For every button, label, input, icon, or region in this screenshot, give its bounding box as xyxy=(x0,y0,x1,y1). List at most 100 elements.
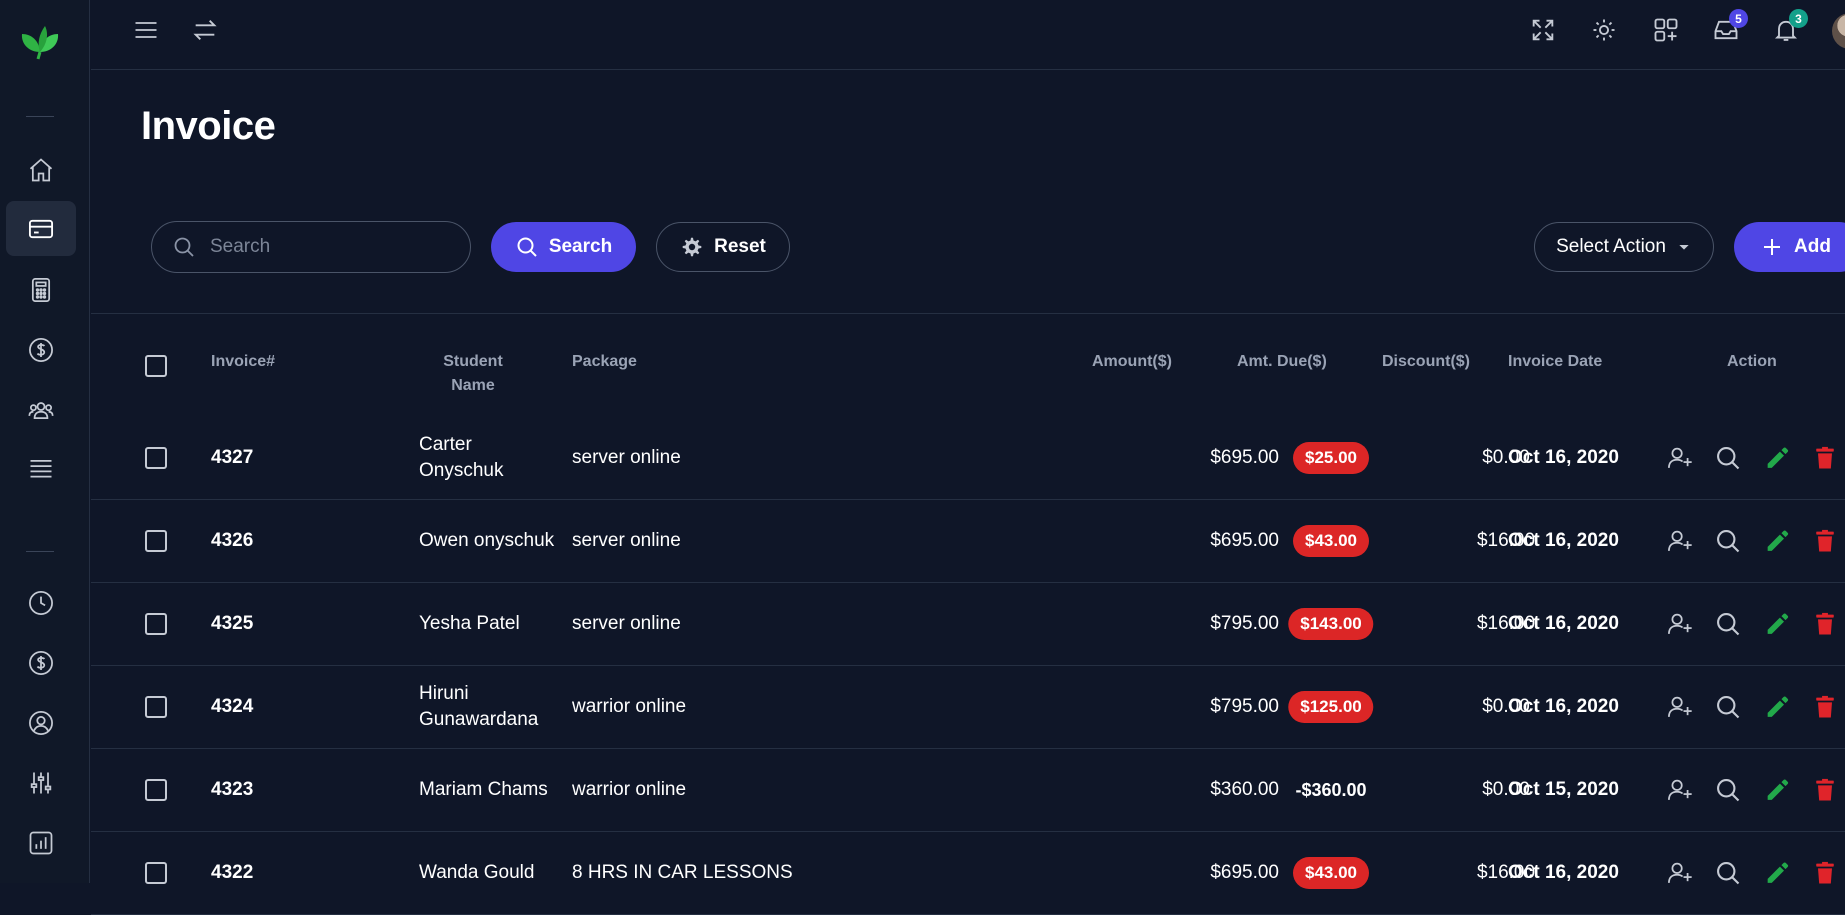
column-header-package[interactable]: Package xyxy=(572,350,637,374)
assign-student-button[interactable] xyxy=(1665,775,1695,805)
apps-button[interactable] xyxy=(1650,14,1682,46)
column-header-invoice-date[interactable]: Invoice Date xyxy=(1508,350,1602,374)
delete-invoice-button[interactable] xyxy=(1810,692,1840,722)
reset-button[interactable]: Reset xyxy=(656,222,790,272)
sidebar-item-invoice[interactable] xyxy=(6,201,76,256)
search-input[interactable] xyxy=(210,236,440,258)
delete-invoice-button[interactable] xyxy=(1810,609,1840,639)
column-header-amount-due[interactable]: Amt. Due($) xyxy=(1237,350,1327,374)
apps-icon xyxy=(1654,18,1678,42)
search-button-label: Search xyxy=(548,236,613,257)
search-field[interactable] xyxy=(151,221,471,273)
sidebar-item-calculator[interactable] xyxy=(6,262,76,317)
list-icon xyxy=(30,459,52,477)
package-name: warrior online xyxy=(572,779,687,800)
amount-due-badge: $43.00 xyxy=(1293,857,1369,889)
edit-invoice-button[interactable] xyxy=(1762,692,1792,722)
table-row[interactable]: 4322 Wanda Gould 8 HRS IN CAR LESSONS $695.… xyxy=(91,832,1845,915)
inbox-button[interactable]: 5 xyxy=(1710,9,1748,46)
view-invoice-button[interactable] xyxy=(1713,858,1743,888)
calculator-icon xyxy=(31,277,51,302)
column-header-invoice[interactable]: Invoice# xyxy=(211,350,275,374)
view-invoice-button[interactable] xyxy=(1713,692,1743,722)
sidebar-item-reports[interactable] xyxy=(6,815,76,870)
invoice-number[interactable]: 4327 xyxy=(211,445,253,471)
assign-student-button[interactable] xyxy=(1665,858,1695,888)
invoice-number[interactable]: 4324 xyxy=(211,694,253,720)
menu-icon xyxy=(135,22,157,38)
sidebar-item-history[interactable] xyxy=(6,575,76,630)
invoice-date: Oct 16, 2020 xyxy=(1508,862,1619,883)
view-invoice-button[interactable] xyxy=(1713,526,1743,556)
edit-invoice-button[interactable] xyxy=(1762,609,1792,639)
theme-toggle-button[interactable] xyxy=(1588,14,1620,46)
sidebar-item-payments[interactable] xyxy=(6,322,76,377)
view-invoice-button[interactable] xyxy=(1713,609,1743,639)
add-button[interactable]: Add xyxy=(1734,222,1845,272)
fullscreen-button[interactable] xyxy=(1527,14,1559,46)
view-invoice-button[interactable] xyxy=(1713,443,1743,473)
view-invoice-button[interactable] xyxy=(1713,775,1743,805)
column-header-amount[interactable]: Amount($) xyxy=(1092,350,1172,374)
amount-due-badge: $25.00 xyxy=(1293,442,1369,474)
row-checkbox[interactable] xyxy=(145,779,167,801)
sidebar-item-profile[interactable] xyxy=(6,695,76,750)
amount-value: $695.00 xyxy=(1210,862,1279,883)
edit-invoice-button[interactable] xyxy=(1762,443,1792,473)
invoice-number[interactable]: 4322 xyxy=(211,860,253,886)
row-checkbox[interactable] xyxy=(145,696,167,718)
column-header-discount[interactable]: Discount($) xyxy=(1382,350,1470,374)
search-button[interactable]: Search xyxy=(491,222,636,272)
assign-student-button[interactable] xyxy=(1665,692,1695,722)
table-row[interactable]: 4323 Mariam Chams warrior online $360.00 -$3… xyxy=(91,749,1845,832)
select-all-checkbox[interactable] xyxy=(145,355,167,377)
edit-invoice-button[interactable] xyxy=(1762,858,1792,888)
edit-invoice-button[interactable] xyxy=(1762,775,1792,805)
invoice-date: Oct 15, 2020 xyxy=(1508,779,1619,800)
package-name: 8 HRS IN CAR LESSONS xyxy=(572,862,793,883)
menu-toggle-button[interactable] xyxy=(130,14,162,46)
column-header-student[interactable]: Student Name xyxy=(432,350,514,398)
sidebar-item-home[interactable] xyxy=(6,142,76,197)
invoice-number[interactable]: 4325 xyxy=(211,611,253,637)
home-icon xyxy=(29,157,53,181)
search-icon xyxy=(174,237,194,257)
invoice-number[interactable]: 4326 xyxy=(211,528,253,554)
sidebar-item-settings[interactable] xyxy=(6,755,76,810)
invoice-number[interactable]: 4323 xyxy=(211,777,253,803)
leaf-logo-icon[interactable] xyxy=(19,22,61,60)
row-checkbox[interactable] xyxy=(145,447,167,469)
trash-icon xyxy=(1811,444,1839,472)
select-action-dropdown[interactable]: Select Action xyxy=(1534,222,1714,272)
edit-invoice-button[interactable] xyxy=(1762,526,1792,556)
amount-due-badge: $43.00 xyxy=(1293,525,1369,557)
student-name: Hiruni Gunawardana xyxy=(419,683,539,730)
delete-invoice-button[interactable] xyxy=(1810,443,1840,473)
row-checkbox[interactable] xyxy=(145,862,167,884)
student-name: Owen onyschuk xyxy=(419,530,555,551)
table-row[interactable]: 4325 Yesha Patel server online $795.00 $143.… xyxy=(91,583,1845,666)
sidebar-item-list[interactable] xyxy=(6,441,76,496)
assign-student-button[interactable] xyxy=(1665,609,1695,639)
invoice-date: Oct 16, 2020 xyxy=(1508,696,1619,717)
assign-student-button[interactable] xyxy=(1665,526,1695,556)
row-checkbox[interactable] xyxy=(145,613,167,635)
pencil-icon xyxy=(1763,444,1791,472)
delete-invoice-button[interactable] xyxy=(1810,858,1840,888)
table-row[interactable]: 4326 Owen onyschuk server online $695.00 $43… xyxy=(91,500,1845,583)
sidebar xyxy=(0,0,90,883)
assign-student-button[interactable] xyxy=(1665,443,1695,473)
sidebar-item-billing[interactable] xyxy=(6,635,76,690)
delete-invoice-button[interactable] xyxy=(1810,775,1840,805)
swap-button[interactable] xyxy=(189,14,221,46)
row-checkbox[interactable] xyxy=(145,530,167,552)
table-row[interactable]: 4324 Hiruni Gunawardana warrior online $795… xyxy=(91,666,1845,749)
search-icon xyxy=(1714,444,1742,472)
column-header-action: Action xyxy=(1727,353,1777,370)
delete-invoice-button[interactable] xyxy=(1810,526,1840,556)
table-row[interactable]: 4327 Carter Onyschuk server online $695.00 $… xyxy=(91,417,1845,500)
notifications-button[interactable]: 3 xyxy=(1770,9,1808,46)
sidebar-item-students[interactable] xyxy=(6,382,76,437)
amount-value: $795.00 xyxy=(1210,613,1279,634)
package-name: server online xyxy=(572,530,681,551)
